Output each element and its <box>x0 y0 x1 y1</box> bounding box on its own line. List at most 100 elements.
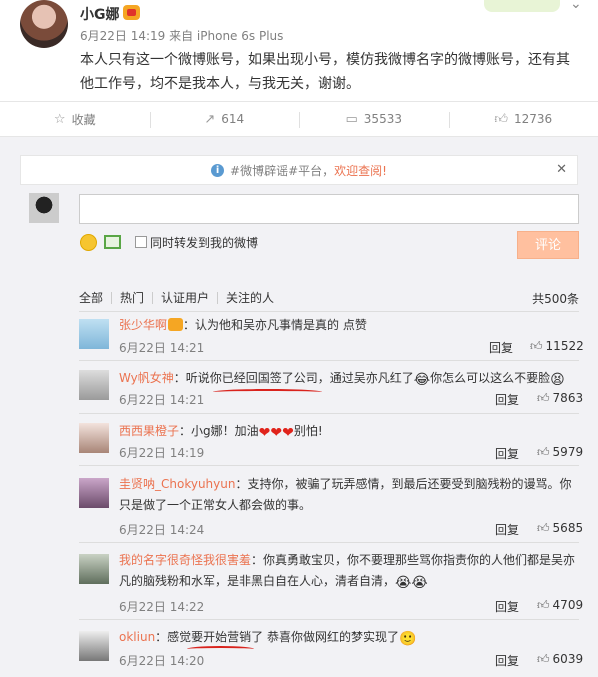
author-name[interactable]: 小G娜 <box>80 4 120 24</box>
thumb-up-icon: 👍︎ <box>537 652 550 666</box>
comment-like-count: 7863 <box>552 391 584 405</box>
comment-avatar[interactable] <box>79 554 109 584</box>
divider <box>79 465 579 466</box>
chevron-down-icon[interactable]: ⌄ <box>570 0 582 12</box>
image-icon[interactable] <box>104 235 121 249</box>
filter-verified[interactable]: 认证用户 <box>152 292 217 304</box>
comment-like-button[interactable]: 👍︎ 11522 <box>530 339 584 354</box>
comment-content: ：感觉要开始营销了 恭喜你做网红的梦实现了 <box>155 630 399 644</box>
comment-like-button[interactable]: 👍︎ 6039 <box>537 652 583 667</box>
comment-text: Wy帆女神：听说你已经回国签了公司，通过吴亦凡红了😂你怎么可以这么不要脸😫 <box>119 368 579 389</box>
comment-text: 西西果橙子：小g娜！加油❤❤❤别怕! <box>119 421 579 442</box>
comment-content: ：认为他和吴亦凡事情是真的 点赞 <box>183 318 367 332</box>
comment-content-2: 你怎么可以这么不要脸 <box>430 371 551 385</box>
comment-text: 圭贤呐_Chokyuhyun：支持你，被骗了玩弄感情，到最后还要受到脑残粉的谩骂… <box>119 474 579 516</box>
divider <box>79 413 579 414</box>
favorite-button[interactable]: ☆ 收藏 <box>0 102 150 136</box>
comment-like-count: 4709 <box>552 598 584 612</box>
comment-like-count: 5979 <box>552 445 584 459</box>
comment-like-count: 6039 <box>552 652 584 666</box>
comment-like-button[interactable]: 👍︎ 7863 <box>537 391 583 406</box>
like-button[interactable]: 👍︎ 12736 <box>448 102 598 136</box>
comment-time: 6月22日 14:22 <box>119 600 205 614</box>
notice-text: #微博辟谣#平台， <box>230 163 335 178</box>
notice-link[interactable]: 欢迎查阅! <box>334 162 387 179</box>
thumb-up-icon: 👍︎ <box>494 111 508 127</box>
divider <box>79 311 579 312</box>
favorite-label: 收藏 <box>71 112 96 127</box>
comment-like-button[interactable]: 👍︎ 4709 <box>537 598 583 613</box>
repost-button[interactable]: ↗ 614 <box>149 102 300 136</box>
thumb-up-icon: 👍︎ <box>537 521 550 535</box>
filter-following[interactable]: 关注的人 <box>217 292 282 304</box>
thumb-up-icon: 👍︎ <box>537 391 550 405</box>
reply-button[interactable]: 回复 <box>495 445 519 462</box>
comment-nick[interactable]: 我的名字很奇怪我很害羞 <box>119 553 251 567</box>
filter-hot[interactable]: 热门 <box>111 292 152 304</box>
reply-button[interactable]: 回复 <box>495 598 519 615</box>
thumb-up-icon: 👍︎ <box>537 598 550 612</box>
comment-input[interactable] <box>79 194 579 224</box>
crying-emoji-icon: 😫 <box>550 372 565 388</box>
comment-like-button[interactable]: 👍︎ 5685 <box>537 521 583 536</box>
reply-button[interactable]: 回复 <box>495 521 519 538</box>
comment-time: 6月22日 14:21 <box>119 393 205 407</box>
comment-avatar[interactable] <box>79 478 109 508</box>
comment-button[interactable]: ▭ 35533 <box>299 102 449 136</box>
vip-badge-icon <box>168 318 184 331</box>
reply-button[interactable]: 回复 <box>495 391 519 408</box>
heart-emoji-icon: ❤❤❤ <box>258 425 294 441</box>
comment-count: 35533 <box>363 112 402 126</box>
comment-like-button[interactable]: 👍︎ 5979 <box>537 445 583 460</box>
submit-comment-button[interactable]: 评论 <box>517 231 579 259</box>
emoji-icon[interactable] <box>80 234 97 251</box>
comment-avatar[interactable] <box>79 423 109 453</box>
post-actions-bar: ☆ 收藏 ↗ 614 ▭ 35533 👍︎ 12736 <box>0 101 598 137</box>
comment-like-count: 11522 <box>545 339 584 353</box>
smile-emoji-icon: 🙂 <box>399 631 417 647</box>
thumb-up-icon: 👍︎ <box>537 445 550 459</box>
reply-button[interactable]: 回复 <box>495 652 519 669</box>
comment-icon: ▭ <box>345 111 358 127</box>
close-icon[interactable]: ✕ <box>556 162 567 177</box>
comment-avatar[interactable] <box>79 631 109 661</box>
red-underline-annotation <box>213 389 322 395</box>
comment-filter: 全部 热门 认证用户 关注的人 共500条 <box>79 289 579 307</box>
comment-nick[interactable]: 张少华啊 <box>119 318 167 332</box>
repost-checkbox-label: 同时转发到我的微博 <box>150 236 259 250</box>
divider <box>79 619 579 620</box>
comment-content: ：听说你已经回国签了公司，通过吴亦凡红了 <box>173 371 414 385</box>
comment-like-count: 5685 <box>552 521 584 535</box>
comment-time: 6月22日 14:21 <box>119 341 205 355</box>
repost-icon: ↗ <box>204 111 216 127</box>
comment-avatar[interactable] <box>79 319 109 349</box>
filter-all[interactable]: 全部 <box>79 292 111 304</box>
thumb-up-icon: 👍︎ <box>530 339 543 353</box>
rumor-notice: i #微博辟谣#平台， 欢迎查阅! ✕ <box>20 155 578 185</box>
author-avatar[interactable] <box>20 0 68 48</box>
like-count: 12736 <box>513 112 553 126</box>
comment-content-2: 别怕! <box>293 424 323 438</box>
comment-nick[interactable]: Wy帆女神 <box>119 371 174 385</box>
comment-total: 共500条 <box>532 291 579 306</box>
comment-content: ：小g娜！加油 <box>179 424 259 438</box>
comment-nick[interactable]: 西西果橙子 <box>119 424 179 438</box>
comment-time: 6月22日 14:19 <box>119 446 205 460</box>
comment-text: 张少华啊 ：认为他和吴亦凡事情是真的 点赞 <box>119 315 579 336</box>
comment-time: 6月22日 14:24 <box>119 523 205 537</box>
repost-checkbox[interactable] <box>135 236 147 248</box>
comment-nick[interactable]: okliun <box>119 630 155 644</box>
crying-emoji-icon: 😭😭 <box>395 575 428 591</box>
repost-count: 614 <box>221 112 245 126</box>
comment-avatar[interactable] <box>79 370 109 400</box>
weibo-post: 小G娜 6月22日 14:19 来自 iPhone 6s Plus 本人只有这一… <box>0 0 598 101</box>
comment-nick[interactable]: 圭贤呐_Chokyuhyun <box>119 477 235 491</box>
comment-text: okliun：感觉要开始营销了 恭喜你做网红的梦实现了🙂 <box>119 627 579 648</box>
comment-panel: i #微博辟谣#平台， 欢迎查阅! ✕ 同时转发到我的微博 评论 全部 热门 认… <box>0 137 598 677</box>
divider <box>79 360 579 361</box>
my-avatar <box>29 193 59 223</box>
comment-text: 我的名字很奇怪我很害羞：你真勇敢宝贝，你不要理那些骂你指责你的人他们都是吴亦凡的… <box>119 550 579 592</box>
comment-time: 6月22日 14:20 <box>119 654 205 668</box>
vip-badge-icon <box>123 5 140 20</box>
reply-button[interactable]: 回复 <box>489 339 513 356</box>
